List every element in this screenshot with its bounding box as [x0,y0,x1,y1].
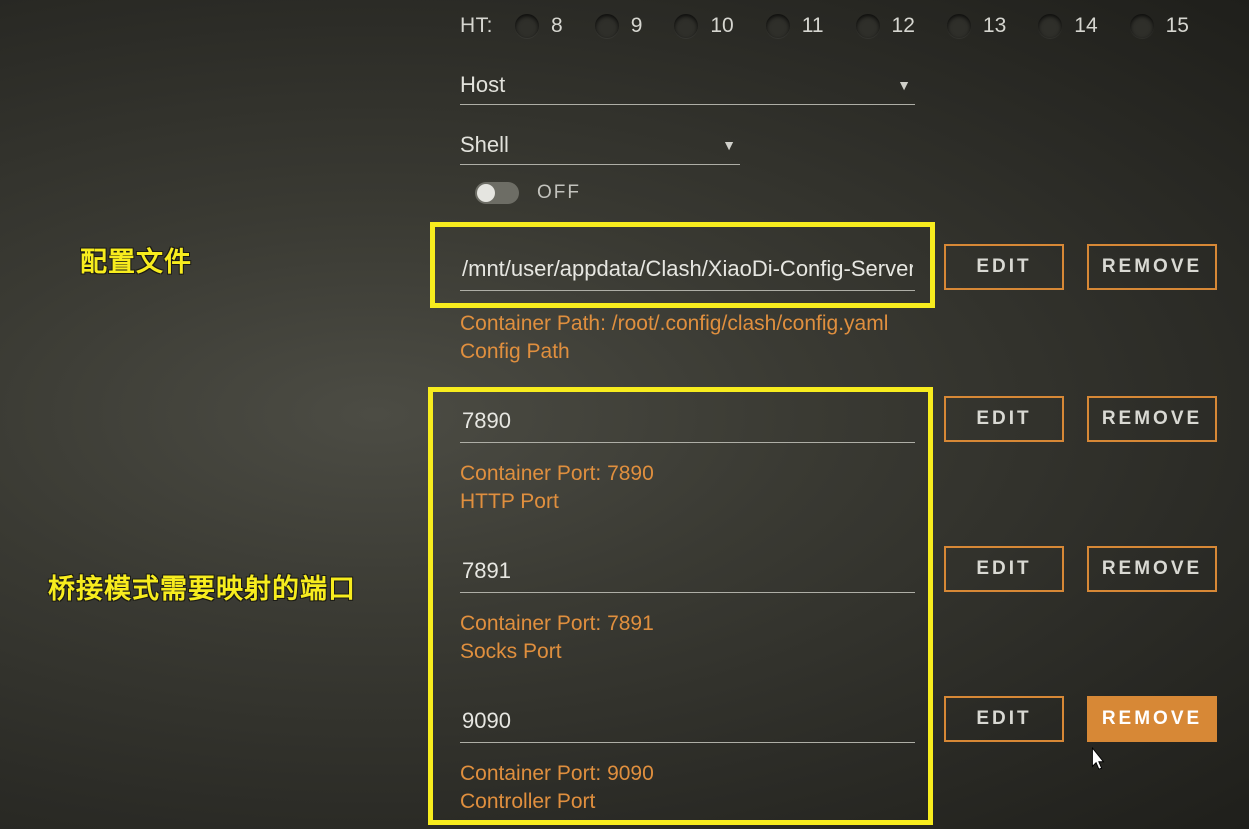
radio-icon[interactable] [1038,14,1062,38]
ht-row: HT: 8 9 10 11 12 13 14 15 [460,14,1211,38]
remove-button[interactable]: REMOVE [1087,696,1217,742]
ht-item[interactable]: 9 [595,14,643,38]
toggle-switch[interactable] [475,182,519,204]
annotation-config-label: 配置文件 [80,240,192,279]
toggle-state-label: OFF [537,182,581,204]
port-socks-container: Container Port: 7891 [460,610,654,638]
remove-button[interactable]: REMOVE [1087,546,1217,592]
edit-button[interactable]: EDIT [944,396,1064,442]
edit-button[interactable]: EDIT [944,546,1064,592]
ht-value: 12 [892,14,915,38]
ht-value: 13 [983,14,1006,38]
annotation-ports-label: 桥接模式需要映射的端口 [48,567,356,606]
radio-icon[interactable] [947,14,971,38]
port-controller-desc: Controller Port [460,788,654,816]
ht-item[interactable]: 13 [947,14,1006,38]
port-http-container: Container Port: 7890 [460,460,654,488]
radio-icon[interactable] [1130,14,1154,38]
ht-item[interactable]: 12 [856,14,915,38]
config-container-path: Container Path: /root/.config/clash/conf… [460,310,888,338]
host-select-label: Host [460,72,505,98]
radio-icon[interactable] [674,14,698,38]
port-socks-desc: Socks Port [460,638,654,666]
shell-select-label: Shell [460,132,509,158]
radio-icon[interactable] [766,14,790,38]
ht-item[interactable]: 14 [1038,14,1097,38]
ht-value: 10 [710,14,733,38]
remove-button[interactable]: REMOVE [1087,244,1217,290]
edit-button[interactable]: EDIT [944,244,1064,290]
chevron-down-icon: ▼ [722,137,736,153]
config-desc: Config Path [460,338,888,366]
ht-value: 8 [551,14,563,38]
port-controller-input[interactable] [460,702,915,743]
ht-value: 9 [631,14,643,38]
radio-icon[interactable] [515,14,539,38]
ht-item[interactable]: 10 [674,14,733,38]
host-select[interactable]: Host ▼ [460,68,915,105]
port-http-input[interactable] [460,402,915,443]
ht-item[interactable]: 15 [1130,14,1189,38]
shell-select[interactable]: Shell ▼ [460,128,740,165]
toggle-knob [477,184,495,202]
config-path-input[interactable] [460,250,915,291]
port-socks-input[interactable] [460,552,915,593]
mouse-cursor-icon [1086,746,1108,772]
ht-label: HT: [460,14,505,38]
chevron-down-icon: ▼ [897,77,911,93]
ht-value: 11 [802,14,824,38]
ht-value: 14 [1074,14,1097,38]
ht-item[interactable]: 8 [515,14,563,38]
port-http-desc: HTTP Port [460,488,654,516]
ht-item[interactable]: 11 [766,14,824,38]
port-controller-container: Container Port: 9090 [460,760,654,788]
edit-button[interactable]: EDIT [944,696,1064,742]
radio-icon[interactable] [595,14,619,38]
privileged-toggle[interactable]: OFF [475,182,581,204]
remove-button[interactable]: REMOVE [1087,396,1217,442]
ht-value: 15 [1166,14,1189,38]
radio-icon[interactable] [856,14,880,38]
